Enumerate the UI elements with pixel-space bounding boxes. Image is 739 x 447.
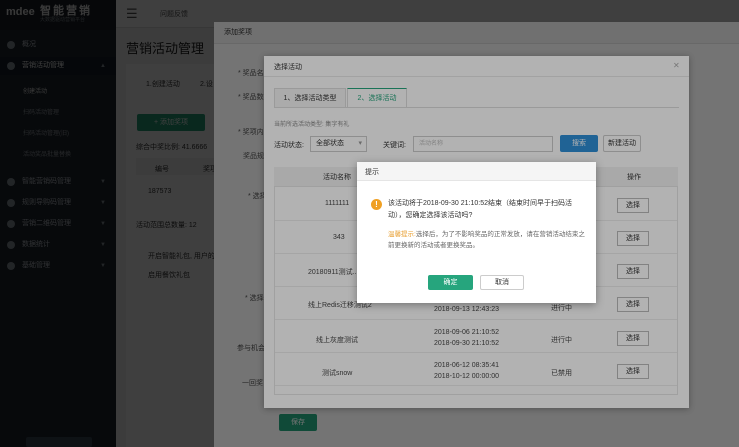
confirm-ok-button[interactable]: 确定	[428, 275, 473, 290]
confirm-message: 该活动将于2018-09-30 21:10:52结束（结束时间早于扫码活动），您…	[388, 200, 572, 219]
confirm-tip: 温馨提示:选择后，为了不影响奖品的正常发放，请在营销活动结束之前更换新的活动或者…	[388, 229, 588, 251]
confirm-dialog-title: 提示	[365, 169, 379, 176]
warning-icon: !	[371, 199, 382, 210]
confirm-cancel-button[interactable]: 取消	[480, 275, 524, 290]
tip-text: 选择后，为了不影响奖品的正常发放，请在营销活动结束之前更换新的活动或者更换奖品。	[388, 231, 585, 249]
confirm-dialog-header	[357, 162, 596, 181]
tip-key: 温馨提示:	[388, 231, 416, 238]
